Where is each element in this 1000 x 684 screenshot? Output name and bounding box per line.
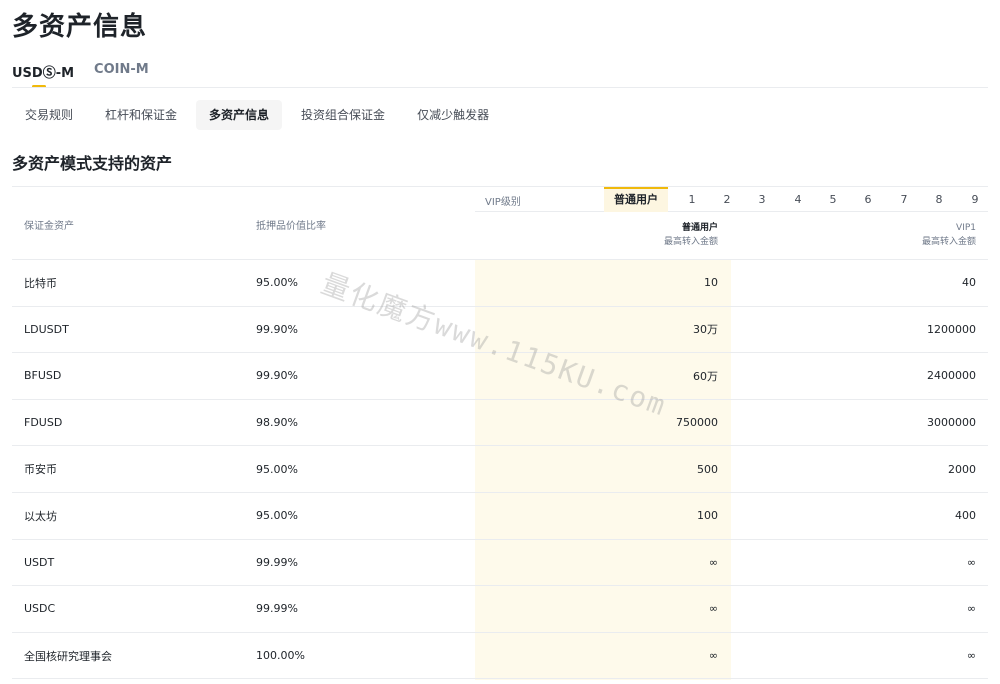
sub-tabs: 交易规则 杠杆和保证金 多资产信息 投资组合保证金 仅减少触发器 [12,100,508,130]
cell-vip1-max: 2400000 [927,369,976,383]
tab-trading-rules[interactable]: 交易规则 [12,100,86,130]
table-row: FDUSD 98.90% 750000 3000000 [12,400,988,447]
cell-asset: BFUSD [24,369,62,383]
cell-vip1-max: ∞ [966,649,976,663]
cell-regular-user-max: 60万 [693,369,718,383]
tab-reduce-only-trigger[interactable]: 仅减少触发器 [404,100,502,130]
vip-level-9[interactable]: 9 [963,187,987,212]
cell-asset: 全国核研究理事会 [24,649,112,663]
table-row: USDC 99.99% ∞ ∞ [12,586,988,633]
vip-level-regular[interactable]: 普通用户 [604,187,668,212]
vip-level-1[interactable]: 1 [680,187,704,212]
cell-regular-user-max: 500 [697,462,718,476]
table-row: 币安币 95.00% 500 2000 [12,446,988,493]
header-vip1-name: VIP1 [956,223,976,233]
table-header: 保证金资产 抵押品价值比率 VIP级别 普通用户 1 2 3 4 5 6 7 8… [12,186,988,260]
cell-vip1-max: 400 [955,509,976,523]
cell-asset: FDUSD [24,416,63,430]
cell-regular-user-max: 100 [697,509,718,523]
cell-vip1-max: 3000000 [927,416,976,430]
cell-ratio: 99.99% [256,555,298,569]
vip-level-6[interactable]: 6 [856,187,880,212]
cell-asset: USDC [24,602,56,616]
page-title: 多资产信息 [12,12,148,42]
cell-ratio: 99.90% [256,322,298,336]
header-regular-user-name: 普通用户 [681,223,718,233]
cell-asset: 比特币 [24,276,57,290]
tab-portfolio-margin[interactable]: 投资组合保证金 [288,100,398,130]
cell-asset: 币安币 [24,463,57,477]
cell-ratio: 95.00% [256,276,298,290]
header-asset: 保证金资产 [24,221,74,232]
table-row: 以太坊 95.00% 100 400 [12,493,988,540]
cell-regular-user-max: 30万 [693,323,718,337]
cell-regular-user-max: 750000 [676,416,718,430]
cell-vip1-max: 1200000 [927,322,976,336]
cell-regular-user-max: ∞ [708,555,718,569]
assets-table: 保证金资产 抵押品价值比率 VIP级别 普通用户 1 2 3 4 5 6 7 8… [12,186,988,680]
cell-asset: 以太坊 [24,509,57,523]
cell-ratio: 99.90% [256,369,298,383]
cell-vip1-max: ∞ [966,555,976,569]
divider [12,87,988,88]
cell-ratio: 100.00% [256,649,305,663]
table-row: USDT 99.99% ∞ ∞ [12,540,988,587]
vip-level-2[interactable]: 2 [715,187,739,212]
header-vip1-sub: 最高转入金额 [921,237,976,247]
cell-ratio: 95.00% [256,462,298,476]
tab-multi-assets[interactable]: 多资产信息 [196,100,283,130]
cell-ratio: 95.00% [256,509,298,523]
vip-label: VIP级别 [485,197,521,208]
cell-vip1-max: 2000 [948,462,976,476]
vip-level-4[interactable]: 4 [786,187,810,212]
cell-asset: LDUSDT [24,322,69,336]
vip-level-3[interactable]: 3 [750,187,774,212]
cell-vip1-max: ∞ [966,602,976,616]
cell-vip1-max: 40 [962,276,976,290]
vip-level-7[interactable]: 7 [892,187,916,212]
table-row: BFUSD 99.90% 60万 2400000 [12,353,988,400]
header-regular-user-sub: 最高转入金额 [663,237,718,247]
tab-coin-m[interactable]: COIN-M [94,62,149,88]
table-body: 比特币 95.00% 10 40 LDUSDT 99.90% 30万 1200000 BFUSD… [12,260,988,680]
tab-leverage-margin[interactable]: 杠杆和保证金 [92,100,190,130]
top-tabs: USDⓈ-M COIN-M [12,62,169,88]
cell-ratio: 98.90% [256,416,298,430]
cell-regular-user-max: ∞ [708,649,718,663]
cell-regular-user-max: ∞ [708,602,718,616]
cell-regular-user-max: 10 [704,276,718,290]
vip-level-selector: VIP级别 普通用户 1 2 3 4 5 6 7 8 9 [475,187,988,212]
table-row: LDUSDT 99.90% 30万 1200000 [12,307,988,354]
tab-usds-m[interactable]: USDⓈ-M [12,62,74,88]
cell-ratio: 99.99% [256,602,298,616]
section-title: 多资产模式支持的资产 [12,154,173,173]
header-vip1: VIP1 最高转入金额 [922,221,976,249]
table-row: 全国核研究理事会 100.00% ∞ ∞ [12,633,988,680]
header-ratio: 抵押品价值比率 [256,221,326,232]
vip-level-8[interactable]: 8 [927,187,951,212]
vip-level-5[interactable]: 5 [821,187,845,212]
table-row: 比特币 95.00% 10 40 [12,260,988,307]
header-regular-user: 普通用户 最高转入金额 [664,221,718,249]
cell-asset: USDT [24,555,55,569]
